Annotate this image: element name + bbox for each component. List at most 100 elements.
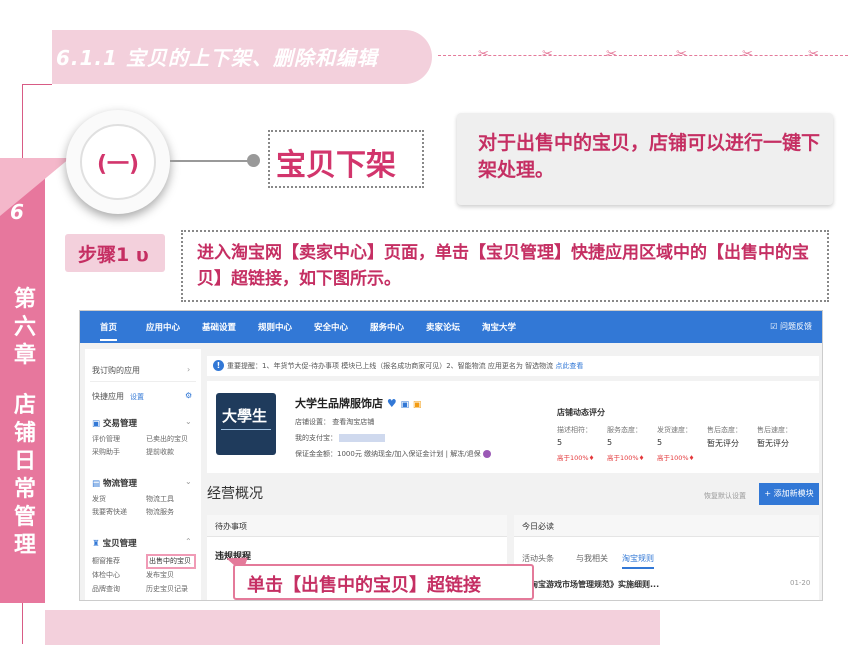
chevron-down-icon[interactable]: ⌄ [185, 417, 192, 426]
rating-label: 服务态度： [607, 426, 642, 434]
link-brand-search[interactable]: 品牌查询 [92, 584, 120, 594]
connector-dot [247, 154, 260, 167]
link-purchase-assistant[interactable]: 采购助手 [92, 447, 120, 457]
scissors-icon: ✂ [478, 47, 489, 62]
circle-label: (一) [96, 152, 140, 177]
rating-label: 描述相符： [557, 426, 592, 434]
link-publish-item[interactable]: 发布宝贝 [146, 570, 174, 580]
rating-value: 暂无评分 [707, 439, 739, 448]
rating-label: 售后速度： [757, 426, 792, 434]
divider [90, 381, 196, 382]
notice-link[interactable]: 点此查看 [555, 362, 583, 370]
tab-rules[interactable]: 淘宝规则 [622, 553, 654, 569]
rating-value: 5 [557, 438, 563, 447]
section-title: 6.1.1 宝贝的上下架、删除和编辑 [56, 46, 378, 70]
description: 对于出售中的宝贝，店铺可以进行一键下架处理。 [478, 132, 821, 181]
group-logistics[interactable]: ▤ 物流管理 [92, 477, 137, 489]
scissors-icon: ✂ [542, 47, 553, 62]
link-items-on-sale[interactable]: 出售中的宝贝 [149, 556, 191, 566]
feedback-link[interactable]: ☑ 问题反馈 [770, 321, 812, 332]
scissors-icon: ✂ [606, 47, 617, 62]
dashed-divider [438, 55, 848, 56]
nav-seller-forum[interactable]: 卖家论坛 [426, 321, 460, 333]
alipay-account[interactable] [339, 434, 386, 442]
link-send-express[interactable]: 我要寄快递 [92, 507, 127, 517]
nav-app-center[interactable]: 应用中心 [146, 321, 180, 333]
quick-apps-label: 快捷应用 [92, 392, 124, 401]
heart-icon: ♥ [386, 397, 397, 410]
link-reviews[interactable]: 评价管理 [92, 434, 120, 444]
top-nav: 首页 应用中心 基础设置 规则中心 安全中心 服务中心 卖家论坛 淘宝大学 ☑ … [80, 311, 822, 343]
logo-underline [221, 429, 271, 430]
left-sidebar: 我订购的应用 › 快捷应用 设置 ⚙ ▣ 交易管理 ⌄ 评价管理 已卖出的宝贝 … [85, 349, 201, 600]
seller-center-screenshot: 首页 应用中心 基础设置 规则中心 安全中心 服务中心 卖家论坛 淘宝大学 ☑ … [79, 310, 823, 601]
nav-home[interactable]: 首页 [100, 321, 118, 341]
shop-card: 大學生 大学生品牌服饰店 ♥ ▣ ▣ 店铺设置： 查看淘宝店铺 我的支付宝： 保… [207, 381, 819, 473]
link-logistics-tools[interactable]: 物流工具 [146, 494, 174, 504]
nav-taobao-university[interactable]: 淘宝大学 [482, 321, 516, 333]
rating-percent: 高于100%♦ [607, 454, 645, 462]
scissors-icon: ✂ [676, 47, 687, 62]
link-ship[interactable]: 发货 [92, 494, 106, 504]
group-items[interactable]: ♜ 宝贝管理 [92, 537, 137, 549]
rating-title: 店铺动态评分 [557, 408, 605, 417]
logo-text: 大學生 [222, 407, 268, 425]
todo-header: 待办事项 [207, 515, 507, 537]
chapter-number: 6 [10, 200, 24, 224]
footer-band [45, 610, 660, 645]
today-header: 今日必读 [514, 515, 819, 537]
medal-icon: ▣ [412, 400, 422, 410]
chevron-up-icon[interactable]: ⌃ [185, 537, 192, 546]
overview-title: 经营概况 [207, 486, 263, 502]
nav-rules-center[interactable]: 规则中心 [258, 321, 292, 333]
link-early-payment[interactable]: 提前收款 [146, 447, 174, 457]
tab-related[interactable]: 与我相关 [576, 553, 608, 564]
nav-service-center[interactable]: 服务中心 [370, 321, 404, 333]
news-link[interactable]: 《淘宝游戏市场管理规范》实施细则... [522, 579, 659, 590]
rating-label: 发货速度： [657, 426, 692, 434]
notice-text: 重要提醒：1、年货节大促-待办事项 模块已上线（报名成功商家可见）2、智能物流 … [227, 362, 584, 370]
step-label: 步骤1 υ [78, 244, 149, 266]
group-trade[interactable]: ▣ 交易管理 [92, 417, 137, 429]
step-icon: υ [135, 244, 149, 266]
shop-name[interactable]: 大学生品牌服饰店 ♥ ▣ ▣ [295, 395, 421, 411]
news-date: 01-20 [790, 579, 811, 587]
info-icon: ! [213, 360, 224, 371]
rating-value: 5 [657, 438, 663, 447]
chevron-down-icon[interactable]: ⌄ [185, 477, 192, 486]
rating-percent: 高于100%♦ [657, 454, 695, 462]
step-instruction: 进入淘宝网【卖家中心】页面，单击【宝贝管理】快捷应用区域中的【出售中的宝贝】超链… [197, 243, 809, 289]
shop-logo[interactable]: 大學生 [216, 393, 276, 455]
link-sold-items[interactable]: 已卖出的宝贝 [146, 434, 188, 444]
heading: 宝贝下架 [276, 148, 396, 183]
connector-line [170, 160, 254, 162]
badge-icon: ▣ [400, 400, 410, 410]
shop-settings-line: 店铺设置： 查看淘宝店铺 [295, 418, 375, 426]
tab-activity[interactable]: 活动头条 [522, 553, 554, 564]
help-icon[interactable] [482, 450, 491, 458]
link-window-recommend[interactable]: 橱窗推荐 [92, 556, 120, 566]
today-panel: 今日必读 活动头条 与我相关 淘宝规则 《淘宝游戏市场管理规范》实施细则... … [514, 515, 819, 600]
rating-value: 暂无评分 [757, 439, 789, 448]
link-logistics-service[interactable]: 物流服务 [146, 507, 174, 517]
my-apps-link[interactable]: 我订购的应用 [92, 365, 140, 376]
trade-icon: ▣ [92, 419, 101, 429]
restore-default-link[interactable]: 恢复默认设置 [704, 491, 746, 501]
nav-security-center[interactable]: 安全中心 [314, 321, 348, 333]
link-item-history[interactable]: 历史宝贝记录 [146, 584, 188, 594]
chevron-right-icon[interactable]: › [187, 365, 190, 374]
deposit-line: 保证金金额：1000元 缴纳现金/加入保证金计划 | 解冻/退保 [295, 449, 491, 459]
add-module-button[interactable]: + 添加新模块 [759, 483, 819, 505]
nav-basic-settings[interactable]: 基础设置 [202, 321, 236, 333]
scissors-icon: ✂ [808, 47, 819, 62]
chapter-title: 第 六 章 店 铺 日 常 管 理 [13, 287, 36, 558]
callout-text: 单击【出售中的宝贝】超链接 [247, 575, 481, 596]
quick-apps-settings[interactable]: 设置 [130, 392, 144, 402]
gear-icon[interactable]: ⚙ [185, 391, 192, 400]
rating-value: 5 [607, 438, 613, 447]
scissors-icon: ✂ [742, 47, 753, 62]
alipay-line: 我的支付宝： [295, 433, 386, 443]
view-shop-link[interactable]: 查看淘宝店铺 [332, 418, 374, 426]
shirt-icon: ♜ [92, 539, 100, 549]
link-health-center[interactable]: 体检中心 [92, 570, 120, 580]
